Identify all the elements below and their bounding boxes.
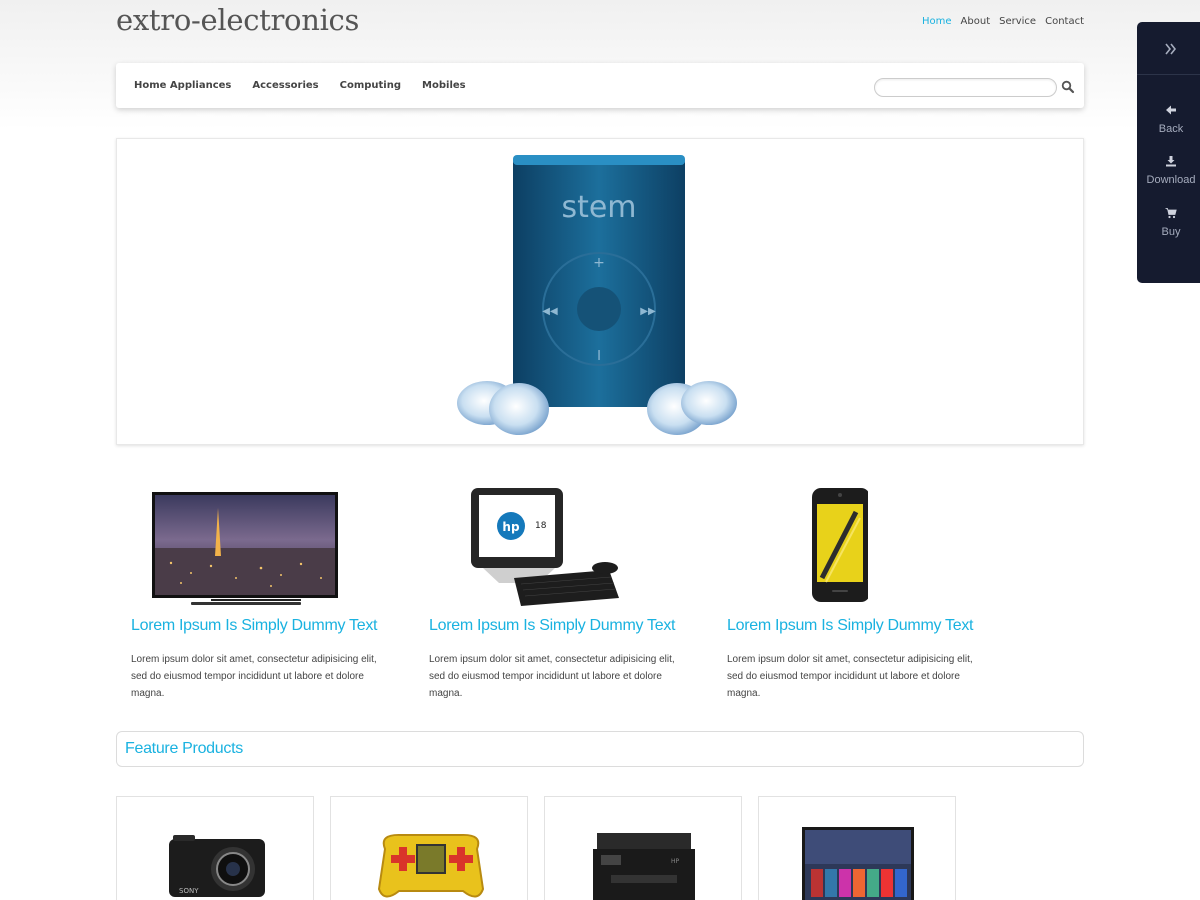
feature-text: Lorem ipsum dolor sit amet, consectetur … (131, 654, 377, 699)
feature-title[interactable]: Lorem Ipsum Is Simply Dummy Text (131, 617, 377, 635)
svg-text:HP: HP (671, 858, 680, 865)
double-chevron-right-icon[interactable] (1137, 22, 1200, 75)
mp3-player-image: stem + I ◀◀ ▶▶ (457, 155, 737, 435)
svg-text:◀◀: ◀◀ (542, 306, 558, 317)
product-card[interactable] (330, 796, 528, 900)
sidebar-item-buy[interactable]: Buy (1137, 204, 1200, 238)
sidebar-item-download-label: Download (1146, 174, 1196, 186)
search-input[interactable] (874, 78, 1057, 97)
product-card[interactable]: HP (544, 796, 742, 900)
search-icon[interactable] (1061, 79, 1075, 94)
top-nav-contact[interactable]: Contact (1045, 16, 1084, 27)
feature-products-header: Feature Products (116, 731, 1084, 767)
svg-text:▶▶: ▶▶ (640, 306, 656, 317)
side-panel: Back Download Buy (1137, 22, 1200, 283)
top-nav-about[interactable]: About (961, 16, 991, 27)
tv-image (152, 492, 338, 605)
sidebar-item-download[interactable]: Download (1137, 152, 1200, 186)
menu-computing[interactable]: Computing (340, 80, 401, 91)
feature-title[interactable]: Lorem Ipsum Is Simply Dummy Text (727, 617, 973, 635)
cart-icon (1165, 204, 1177, 223)
download-icon (1165, 152, 1177, 171)
svg-text:SONY: SONY (179, 887, 199, 895)
product-card[interactable] (758, 796, 956, 900)
feature-title[interactable]: Lorem Ipsum Is Simply Dummy Text (429, 617, 675, 635)
top-nav-home[interactable]: Home (922, 16, 952, 27)
feature-products-heading: Feature Products (125, 740, 243, 757)
sidebar-item-back[interactable]: Back (1137, 101, 1200, 135)
product-card[interactable]: SONY (116, 796, 314, 900)
top-nav-service[interactable]: Service (999, 16, 1036, 27)
hero-banner[interactable]: stem + I ◀◀ ▶▶ (116, 138, 1084, 445)
svg-text:+: + (593, 255, 605, 271)
game-controller-image (377, 833, 485, 898)
menu-home-appliances[interactable]: Home Appliances (134, 80, 231, 91)
feature-text: Lorem ipsum dolor sit amet, consectetur … (429, 654, 675, 699)
menu-mobiles[interactable]: Mobiles (422, 80, 466, 91)
feature-text: Lorem ipsum dolor sit amet, consectetur … (727, 654, 973, 699)
printer-image: HP (593, 833, 695, 900)
svg-text:I: I (597, 349, 601, 364)
menu-accessories[interactable]: Accessories (252, 80, 318, 91)
arrow-left-icon (1165, 101, 1177, 120)
sidebar-item-buy-label: Buy (1161, 226, 1181, 238)
smart-tv-image (802, 827, 914, 900)
svg-text:hp: hp (502, 520, 520, 534)
category-menu: Home Appliances Accessories Computing Mo… (134, 80, 466, 91)
site-logo[interactable]: extro-electronics (116, 3, 359, 37)
svg-text:18: 18 (535, 521, 547, 531)
sidebar-item-back-label: Back (1158, 123, 1184, 135)
camera-image: SONY (169, 835, 265, 897)
desktop-pc-image: hp 18 (471, 488, 619, 606)
main-menubar: Home Appliances Accessories Computing Mo… (116, 63, 1084, 108)
top-nav: Home About Service Contact (922, 16, 1084, 27)
smartphone-image (812, 488, 868, 602)
hero-brand-text: stem (561, 190, 636, 225)
